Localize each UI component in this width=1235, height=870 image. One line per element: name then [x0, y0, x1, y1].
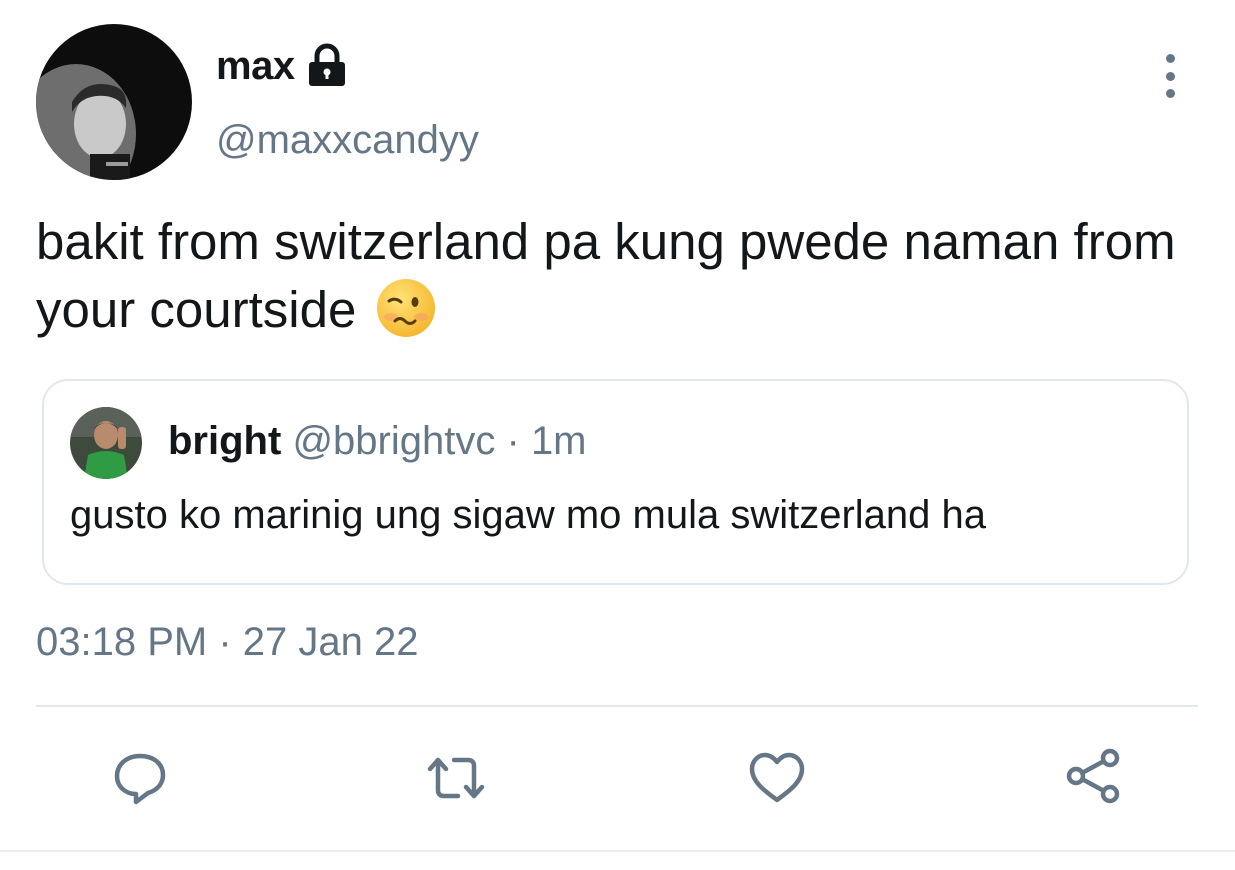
quoted-tweet-card[interactable]: bright @bbrightvc · 1m gusto ko marinig … [42, 379, 1189, 585]
share-button[interactable] [1062, 748, 1126, 812]
quoted-separator: · [506, 419, 520, 463]
action-bar [0, 748, 1235, 812]
more-options-icon[interactable] [1152, 54, 1188, 98]
author-avatar[interactable] [36, 24, 192, 180]
retweet-icon [424, 746, 488, 815]
quoted-author-handle[interactable]: @bbrightvc [292, 419, 495, 463]
heart-icon [745, 746, 809, 815]
share-icon [1062, 746, 1126, 815]
author-name-text[interactable]: max [216, 44, 295, 89]
woozy-face-icon [375, 277, 437, 339]
bottom-divider [0, 850, 1235, 852]
like-button[interactable] [745, 748, 809, 812]
author-handle[interactable]: @maxxcandyy [216, 118, 479, 163]
quoted-tweet-header: bright @bbrightvc · 1m [168, 419, 587, 464]
quoted-time: 1m [530, 419, 587, 463]
author-display-name[interactable]: max [216, 42, 349, 90]
quoted-author-name[interactable]: bright [168, 419, 281, 463]
lock-icon [305, 42, 349, 90]
tweet-text-content: bakit from switzerland pa kung pwede nam… [36, 213, 1176, 338]
tweet-timestamp: 03:18 PM · 27 Jan 22 [36, 620, 419, 664]
divider [36, 705, 1198, 707]
reply-bubble-icon [108, 746, 172, 815]
quoted-author-avatar[interactable] [70, 407, 142, 479]
quoted-tweet-text: gusto ko marinig ung sigaw mo mula switz… [70, 493, 986, 537]
tweet-text: bakit from switzerland pa kung pwede nam… [36, 208, 1196, 344]
retweet-button[interactable] [424, 748, 488, 812]
reply-button[interactable] [108, 748, 172, 812]
